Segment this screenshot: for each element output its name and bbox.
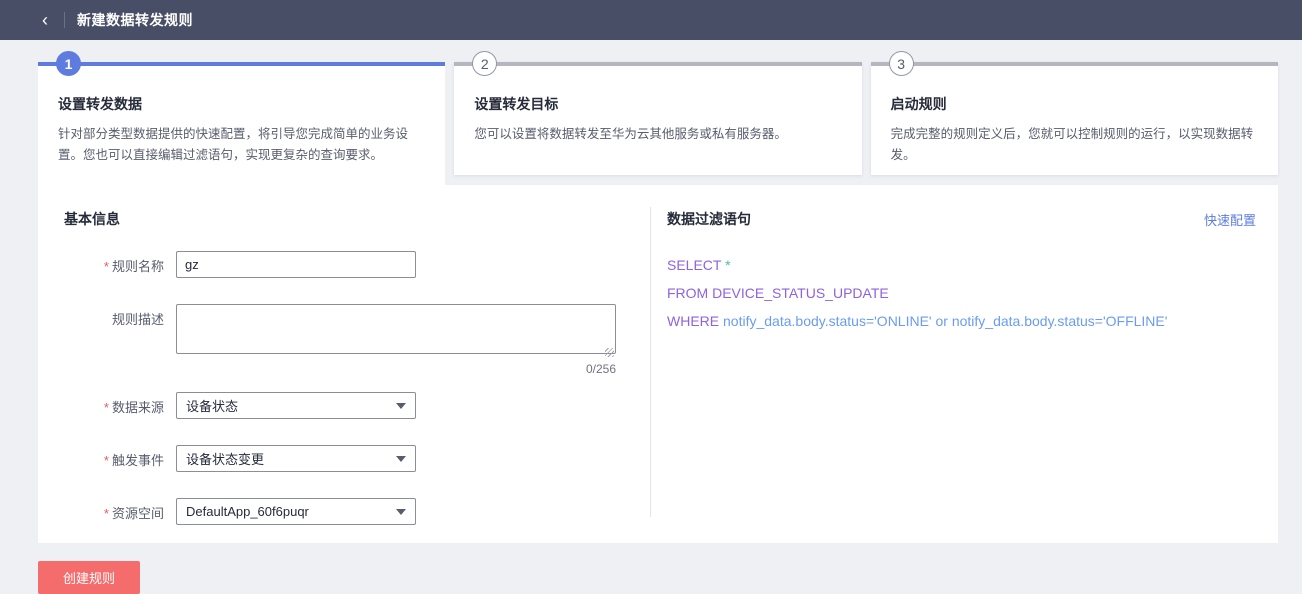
basic-info-form: 基本信息 *规则名称 规则描述 0/256 *数据来源 设备状态 <box>38 185 650 543</box>
step-number-badge-3: 3 <box>889 51 914 76</box>
rule-description-row: 规则描述 0/256 <box>64 304 650 376</box>
page-header: ‹ 新建数据转发规则 <box>0 0 1302 40</box>
data-filter-heading: 数据过滤语句 <box>667 209 751 229</box>
required-marker: * <box>104 453 109 468</box>
rule-config-panel: 基本信息 *规则名称 规则描述 0/256 *数据来源 设备状态 <box>38 185 1278 543</box>
data-source-select[interactable]: 设备状态 <box>176 392 416 419</box>
header-divider <box>64 12 65 28</box>
step-description-3: 完成完整的规则定义后，您就可以控制规则的运行，以实现数据转发。 <box>891 124 1256 166</box>
rule-name-label: *规则名称 <box>64 251 176 275</box>
chevron-down-icon <box>396 403 406 409</box>
trigger-event-label: *触发事件 <box>64 445 176 469</box>
resource-space-row: *资源空间 DefaultApp_60f6puqr <box>64 498 650 525</box>
step-progress-line-2 <box>454 62 861 66</box>
step-card-1: 1 设置转发数据 针对部分类型数据提供的快速配置，将引导您完成简单的业务设置。您… <box>38 62 445 185</box>
footer-actions: 创建规则 <box>38 561 1302 594</box>
data-source-row: *数据来源 设备状态 <box>64 392 650 419</box>
resource-space-select[interactable]: DefaultApp_60f6puqr <box>176 498 416 525</box>
back-button[interactable]: ‹ <box>34 9 56 31</box>
resource-space-value: DefaultApp_60f6puqr <box>186 504 309 519</box>
step-number-badge-2: 2 <box>472 51 497 76</box>
trigger-event-select[interactable]: 设备状态变更 <box>176 445 416 472</box>
step-title-1: 设置转发数据 <box>58 94 423 114</box>
data-source-value: 设备状态 <box>186 396 238 415</box>
step-title-2: 设置转发目标 <box>474 94 839 114</box>
required-marker: * <box>104 506 109 521</box>
rule-name-row: *规则名称 <box>64 251 650 278</box>
sql-statement: SELECT * FROM DEVICE_STATUS_UPDATE WHERE… <box>667 251 1256 335</box>
resource-space-label: *资源空间 <box>64 498 176 522</box>
back-icon: ‹ <box>42 10 48 31</box>
page-title: 新建数据转发规则 <box>77 10 193 30</box>
quick-config-link[interactable]: 快速配置 <box>1204 210 1256 229</box>
sql-select-line: SELECT * <box>667 251 1256 279</box>
step-wizard: 1 设置转发数据 针对部分类型数据提供的快速配置，将引导您完成简单的业务设置。您… <box>38 62 1278 185</box>
data-source-label: *数据来源 <box>64 392 176 416</box>
data-filter-panel: 数据过滤语句 快速配置 SELECT * FROM DEVICE_STATUS_… <box>651 185 1278 543</box>
step-number-badge-1: 1 <box>56 51 81 76</box>
chevron-down-icon <box>396 509 406 515</box>
create-rule-button[interactable]: 创建规则 <box>38 561 140 594</box>
step-progress-line-1 <box>38 62 445 66</box>
step-description-2: 您可以设置将数据转发至华为云其他服务或私有服务器。 <box>474 124 839 145</box>
step-title-3: 启动规则 <box>891 94 1256 114</box>
trigger-event-value: 设备状态变更 <box>186 449 264 468</box>
rule-description-label: 规则描述 <box>64 304 176 328</box>
sql-where-line: WHERE notify_data.body.status='ONLINE' o… <box>667 307 1256 335</box>
rule-description-textarea[interactable] <box>176 304 616 354</box>
step-card-2: 2 设置转发目标 您可以设置将数据转发至华为云其他服务或私有服务器。 <box>454 62 861 175</box>
char-counter: 0/256 <box>176 362 616 376</box>
step-card-3: 3 启动规则 完成完整的规则定义后，您就可以控制规则的运行，以实现数据转发。 <box>871 62 1278 175</box>
rule-name-input[interactable] <box>176 251 416 278</box>
chevron-down-icon <box>396 456 406 462</box>
step-progress-line-3 <box>871 62 1278 66</box>
sql-from-line: FROM DEVICE_STATUS_UPDATE <box>667 279 1256 307</box>
basic-info-heading: 基本信息 <box>64 209 650 229</box>
step-description-1: 针对部分类型数据提供的快速配置，将引导您完成简单的业务设置。您也可以直接编辑过滤… <box>58 124 423 166</box>
required-marker: * <box>104 400 109 415</box>
required-marker: * <box>104 259 109 274</box>
trigger-event-row: *触发事件 设备状态变更 <box>64 445 650 472</box>
